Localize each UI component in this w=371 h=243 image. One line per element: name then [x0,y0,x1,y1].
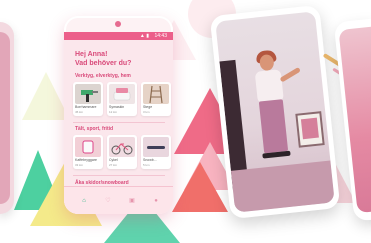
decorative-triangle [22,72,70,120]
section-divider [73,122,165,123]
item-thumbnail [75,137,101,157]
phone-mockup-left [0,22,14,214]
item-thumbnail [109,84,135,104]
item-thumbnail [143,84,169,104]
item-title: Stege [143,105,153,109]
item-title: Kaffebryggare [75,158,97,162]
chat-icon[interactable]: ▣ [126,196,138,206]
item-distance: 12 km [109,110,118,114]
search-icon[interactable]: ♡ [102,196,114,206]
item-card[interactable]: Cykel 27 km [107,135,137,169]
item-card[interactable]: Kaffebryggare 33 km [73,135,103,169]
item-distance: 3 km [143,110,150,114]
bottom-tab-bar: ⌂ ♡ ▣ ● [64,186,173,214]
section-title[interactable]: Verktyg, elverktyg, hem [75,73,131,79]
status-time: 14:43 [154,33,167,39]
photo-screen [215,11,335,213]
item-title: Cykel [109,158,118,162]
greeting-name: Hej Anna! [75,51,108,58]
item-card[interactable]: Borrhammare 45 km [73,82,103,116]
promo-banner: ▲ ▮ 14:43 Hej Anna! Vad behöver du? Verk… [0,0,371,243]
decorative-triangle [172,162,228,212]
status-icons: ▲ ▮ [139,33,149,39]
status-bar: ▲ ▮ 14:43 [64,32,173,40]
photo-floor [230,160,335,213]
item-distance: 45 km [75,110,84,114]
item-distance: 33 km [75,163,84,167]
item-title: Snowb... [143,158,157,162]
greeting-question: Vad behöver du? [75,60,132,67]
greeting-heading: Hej Anna! Vad behöver du? [75,50,165,68]
card-row: Kaffebryggare 33 km Cykel 27 km Snowb...… [73,135,173,169]
person-arm [279,66,301,83]
phone-mockup-photo [209,4,341,220]
home-icon[interactable]: ⌂ [78,196,90,206]
item-card[interactable]: Symaskin 12 km [107,82,137,116]
photo-art [300,117,319,140]
item-title: Borrhammare [75,105,97,109]
phone-mockup-app: ▲ ▮ 14:43 Hej Anna! Vad behöver du? Verk… [64,16,173,214]
item-card[interactable]: Snowb... 5 km [141,135,171,169]
photo-frame [295,111,325,148]
section-title[interactable]: Tält, sport, fritid [75,126,113,132]
item-thumbnail [75,84,101,104]
phone-camera [115,21,121,27]
item-title: Symaskin [109,105,125,109]
person-pants [258,99,289,154]
card-row: Borrhammare 45 km Symaskin 12 km Stege 3… [73,82,173,116]
section-divider [73,175,165,176]
phone-screen [0,32,10,204]
item-distance: 27 km [109,163,118,167]
item-distance: 5 km [143,163,150,167]
item-thumbnail [109,137,135,157]
item-thumbnail [143,137,169,157]
item-card[interactable]: Stege 3 km [141,82,171,116]
profile-icon[interactable]: ● [150,196,162,206]
